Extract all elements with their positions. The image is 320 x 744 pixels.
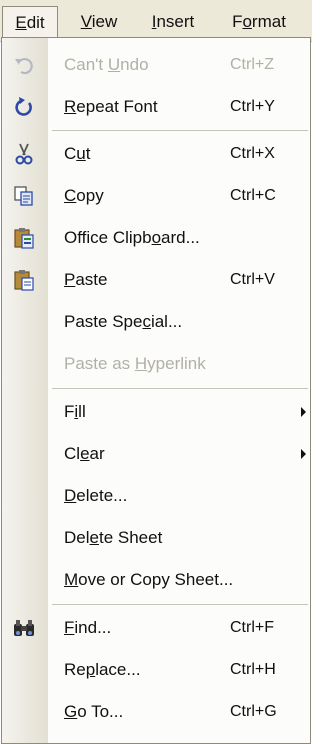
menu-format-label: Format [232, 12, 286, 31]
menu-item-label: Replace... [64, 660, 141, 679]
menu-item-move-or-copy-sheet[interactable]: Move or Copy Sheet... [2, 559, 310, 601]
menu-item-shortcut: Ctrl+F [230, 619, 274, 636]
menu-item-paste-as-hyperlink[interactable]: Paste as Hyperlink [2, 343, 310, 385]
submenu-arrow-icon [301, 407, 306, 417]
menu-item-delete-sheet[interactable]: Delete Sheet [2, 517, 310, 559]
menu-item-shortcut: Ctrl+V [230, 271, 275, 288]
paste-icon [12, 268, 36, 292]
menu-item-go-to[interactable]: Go To... Ctrl+G [2, 691, 310, 733]
menu-item-label: Copy [64, 186, 104, 205]
menu-item-shortcut: Ctrl+Y [230, 98, 275, 115]
menu-item-copy[interactable]: Copy Ctrl+C [2, 175, 310, 217]
menu-item-label: Office Clipboard... [64, 228, 200, 247]
submenu-arrow-icon [301, 449, 306, 459]
menu-item-paste-special[interactable]: Paste Special... [2, 301, 310, 343]
menu-separator [52, 604, 308, 605]
menu-item-paste[interactable]: Paste Ctrl+V [2, 259, 310, 301]
menu-item-shortcut: Ctrl+Z [230, 56, 274, 73]
menu-item-find[interactable]: Find... Ctrl+F [2, 607, 310, 649]
menu-item-shortcut: Ctrl+C [230, 187, 276, 204]
menu-item-label: Paste Special... [64, 312, 183, 331]
menu-item-repeat-font[interactable]: Repeat Font Ctrl+Y [2, 86, 310, 128]
menu-item-label: Paste [64, 270, 108, 289]
menu-item-shortcut: Ctrl+H [230, 661, 276, 678]
menu-item-clear[interactable]: Clear [2, 433, 310, 475]
menu-item-shortcut: Ctrl+X [230, 145, 275, 162]
menu-item-replace[interactable]: Replace... Ctrl+H [2, 649, 310, 691]
menu-item-label: Repeat Font [64, 97, 158, 116]
menu-edit-label: Edit [15, 13, 45, 32]
menu-view[interactable]: View [70, 6, 128, 38]
menu-item-label: Paste as Hyperlink [64, 354, 206, 373]
menu-item-label: Cut [64, 144, 91, 163]
menu-view-label: View [80, 12, 118, 31]
menu-item-label: Move or Copy Sheet... [64, 570, 234, 589]
scissors-icon [12, 142, 36, 166]
menu-item-cut[interactable]: Cut Ctrl+X [2, 133, 310, 175]
menu-item-label: Delete... [64, 486, 128, 505]
menu-item-label: Can't Undo [64, 55, 149, 74]
menu-edit[interactable]: Edit [2, 6, 58, 38]
copy-icon [12, 184, 36, 208]
clipboard-icon [12, 226, 36, 250]
menu-item-label: Find... [64, 618, 112, 637]
menu-insert-label: Insert [151, 12, 195, 31]
menu-format[interactable]: Format [220, 6, 298, 38]
menu-insert[interactable]: Insert [140, 6, 206, 38]
menu-item-label: Fill [64, 402, 86, 421]
edit-menu-dropdown: Can't Undo Ctrl+Z Repeat Font Ctrl+Y Cut… [1, 37, 311, 744]
menu-item-fill[interactable]: Fill [2, 391, 310, 433]
undo-icon [12, 53, 36, 77]
menu-separator [52, 388, 308, 389]
menu-item-delete[interactable]: Delete... [2, 475, 310, 517]
binoculars-icon [12, 616, 36, 640]
menu-item-label: Clear [64, 444, 105, 463]
menu-bar: Edit View Insert Format [0, 0, 312, 42]
menu-separator [52, 130, 308, 131]
repeat-icon [12, 95, 36, 119]
menu-item-shortcut: Ctrl+G [230, 703, 277, 720]
menu-item-undo[interactable]: Can't Undo Ctrl+Z [2, 44, 310, 86]
menu-item-office-clipboard[interactable]: Office Clipboard... [2, 217, 310, 259]
menu-item-label: Delete Sheet [64, 528, 163, 547]
menu-item-label: Go To... [64, 702, 124, 721]
